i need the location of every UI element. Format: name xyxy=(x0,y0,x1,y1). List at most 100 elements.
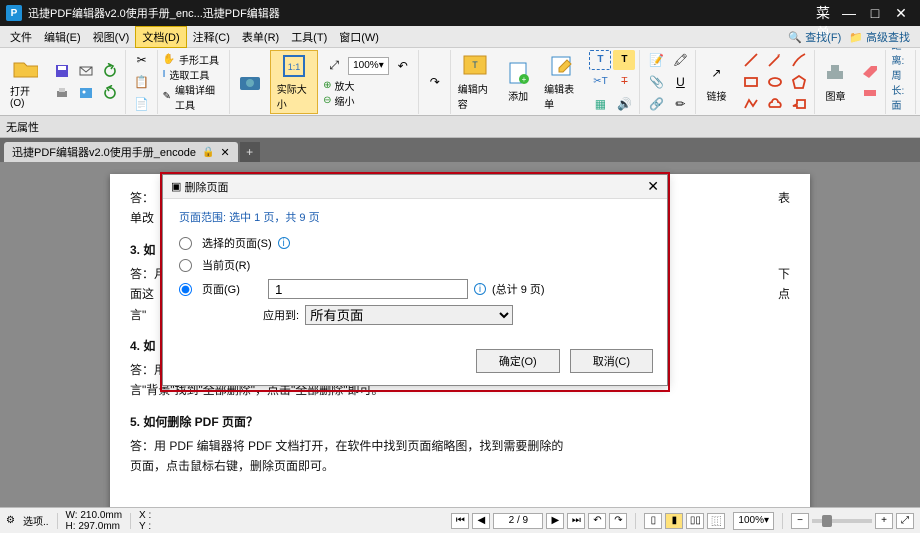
open-button[interactable]: 打开(O) xyxy=(4,50,46,114)
add-tab-button[interactable]: + xyxy=(240,142,260,162)
text-cut-icon[interactable]: ✂T xyxy=(589,72,611,92)
cloud-icon[interactable] xyxy=(764,94,786,114)
menu-document[interactable]: 文档(D) xyxy=(135,26,186,48)
option-pages[interactable]: 页面(G) i (总计 9 页) xyxy=(179,279,651,299)
nav-back-button[interactable]: ↶ xyxy=(588,513,606,529)
zoom-out-button[interactable]: − xyxy=(791,513,809,529)
hand-tool-button[interactable]: ✋ 手形工具 xyxy=(163,52,219,67)
copy-icon[interactable]: 📋 xyxy=(131,72,153,92)
eraser2-icon[interactable] xyxy=(859,83,881,103)
option-selected-pages[interactable]: 选择的页面(S) i xyxy=(179,235,651,251)
radio-pages[interactable] xyxy=(179,283,192,296)
rect-icon[interactable] xyxy=(740,72,762,92)
workspace: 答：表 单改 3. 如 答：月下 面这点 言" 4. 如 答：用 PDF 编辑器… xyxy=(0,162,920,507)
text-box-icon[interactable]: T xyxy=(589,50,611,70)
search-link[interactable]: 🔍 查找(F) xyxy=(788,29,841,45)
document-tab[interactable]: 迅捷PDF编辑器v2.0使用手册_encode 🔒 ✕ xyxy=(4,142,238,162)
tab-close-icon[interactable]: ✕ xyxy=(220,146,229,159)
first-page-button[interactable]: ⏮ xyxy=(451,513,469,529)
single-page-icon[interactable]: ▯ xyxy=(644,513,662,529)
distance-button[interactable]: 距离: xyxy=(891,48,911,67)
zoom-combo[interactable]: 100% ▾ xyxy=(348,57,389,75)
perimeter-button[interactable]: 周长: xyxy=(891,67,911,97)
menu-tools[interactable]: 工具(T) xyxy=(285,27,333,47)
highlighter-icon[interactable]: 🖍 xyxy=(669,50,691,70)
callout-icon[interactable] xyxy=(788,94,810,114)
menu-comment[interactable]: 注释(C) xyxy=(187,27,236,47)
print-icon[interactable] xyxy=(51,83,73,103)
attach-icon[interactable]: 📎 xyxy=(645,72,667,92)
menu-form[interactable]: 表单(R) xyxy=(236,27,285,47)
save-icon[interactable] xyxy=(51,61,73,81)
redo-icon[interactable] xyxy=(99,83,121,103)
options-link[interactable]: 选项.. xyxy=(23,513,49,528)
nav-forward-button[interactable]: ↷ xyxy=(609,513,627,529)
area-button[interactable]: 面积: xyxy=(891,97,911,117)
add-button[interactable]: + 添加 xyxy=(499,50,537,114)
ok-button[interactable]: 确定(O) xyxy=(476,349,560,373)
oval-icon[interactable] xyxy=(764,72,786,92)
two-scroll-icon[interactable]: ⿲ xyxy=(707,513,725,529)
settings-icon[interactable]: ⚙ xyxy=(6,515,15,526)
cancel-button[interactable]: 取消(C) xyxy=(570,349,653,373)
zoom-out-button[interactable]: ⊖缩小 xyxy=(323,93,354,108)
maximize-button[interactable]: □ xyxy=(862,5,888,21)
mail-icon[interactable] xyxy=(75,61,97,81)
line-icon[interactable] xyxy=(740,50,762,70)
next-page-button[interactable]: ▶ xyxy=(546,513,564,529)
arrow-icon[interactable] xyxy=(764,50,786,70)
text-image-icon[interactable]: ▦ xyxy=(589,94,611,114)
advanced-search-link[interactable]: 📁 高级查找 xyxy=(849,29,910,45)
rotate-right-icon[interactable]: ↷ xyxy=(424,72,446,92)
pencil-shape-icon[interactable] xyxy=(788,50,810,70)
menu-window[interactable]: 窗口(W) xyxy=(333,27,385,47)
dialog-close-button[interactable]: ✕ xyxy=(647,178,659,195)
note-icon[interactable]: 📝 xyxy=(645,50,667,70)
zoom-in-button[interactable]: ⊕放大 xyxy=(323,78,354,93)
menu-edit[interactable]: 编辑(E) xyxy=(38,27,87,47)
info-icon[interactable]: i xyxy=(278,237,290,249)
sound-icon[interactable]: 🔊 xyxy=(613,94,635,114)
eraser-icon[interactable] xyxy=(859,61,881,81)
underline-icon[interactable]: U xyxy=(669,72,691,92)
select-tool-button[interactable]: I 选取工具 xyxy=(163,67,210,82)
pencil-icon[interactable]: ✏ xyxy=(669,94,691,114)
menu-file[interactable]: 文件 xyxy=(4,27,38,47)
rotate-left-icon[interactable]: ↶ xyxy=(392,56,414,76)
menu-view[interactable]: 视图(V) xyxy=(87,27,136,47)
cut-icon[interactable]: ✂ xyxy=(131,50,153,70)
status-zoom-combo[interactable]: 100% ▾ xyxy=(733,512,774,530)
edit-content-button[interactable]: T 编辑内容 xyxy=(452,50,498,114)
snapshot-button[interactable] xyxy=(231,50,269,114)
polygon-icon[interactable] xyxy=(788,72,810,92)
last-page-button[interactable]: ⏭ xyxy=(567,513,585,529)
zoom-slider[interactable] xyxy=(812,519,872,523)
actual-size-button[interactable]: 1:1 实际大小 xyxy=(270,50,318,114)
image-icon[interactable] xyxy=(75,83,97,103)
two-page-icon[interactable]: ▯▯ xyxy=(686,513,704,529)
fit-button[interactable]: ⤢ xyxy=(896,513,914,529)
fit-page-icon[interactable]: ⤢ xyxy=(323,56,345,76)
info-icon[interactable]: i xyxy=(474,283,486,295)
option-current-page[interactable]: 当前页(R) xyxy=(179,257,651,273)
radio-current-page[interactable] xyxy=(179,259,192,272)
polyline-icon[interactable] xyxy=(740,94,762,114)
link-chain-icon[interactable]: 🔗 xyxy=(645,94,667,114)
apply-to-select[interactable]: 所有页面 xyxy=(305,305,513,325)
undo-icon[interactable] xyxy=(99,61,121,81)
prev-page-button[interactable]: ◀ xyxy=(472,513,490,529)
continuous-icon[interactable]: ▮ xyxy=(665,513,683,529)
page-number-field[interactable] xyxy=(493,513,543,529)
highlight-text-icon[interactable]: T xyxy=(613,50,635,70)
edit-detail-button[interactable]: ✎ 编辑详细工具 xyxy=(163,82,225,112)
strikethrough-icon[interactable]: T xyxy=(613,72,635,92)
paste-icon[interactable]: 📄 xyxy=(131,94,153,114)
zoom-in-button[interactable]: + xyxy=(875,513,893,529)
close-button[interactable]: ✕ xyxy=(888,5,914,22)
pages-input[interactable] xyxy=(268,279,468,299)
edit-form-button[interactable]: 编辑表单 xyxy=(538,50,584,114)
radio-selected-pages[interactable] xyxy=(179,237,192,250)
stamp-button[interactable]: 图章 xyxy=(816,50,854,114)
minimize-button[interactable]: — xyxy=(836,5,862,21)
link-button[interactable]: ↗ 链接 xyxy=(697,50,735,114)
